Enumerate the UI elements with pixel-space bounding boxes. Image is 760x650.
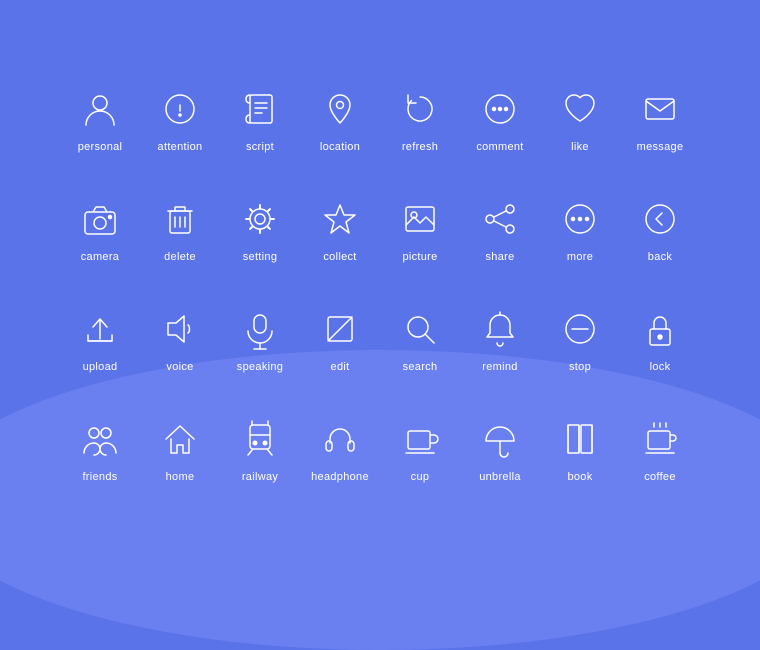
railway-label: railway bbox=[242, 471, 278, 483]
icon-search: search bbox=[380, 285, 460, 395]
icon-lock: lock bbox=[620, 285, 700, 395]
friends-label: friends bbox=[82, 471, 117, 483]
icon-attention: attention bbox=[140, 65, 220, 175]
icon-headphone: headphone bbox=[300, 395, 380, 505]
icon-more: more bbox=[540, 175, 620, 285]
icon-back: back bbox=[620, 175, 700, 285]
icon-railway: railway bbox=[220, 395, 300, 505]
share-label: share bbox=[485, 251, 514, 263]
upload-label: upload bbox=[83, 361, 118, 373]
picture-icon bbox=[398, 197, 442, 241]
icon-collect: collect bbox=[300, 175, 380, 285]
icon-camera: camera bbox=[60, 175, 140, 285]
edit-label: edit bbox=[331, 361, 350, 373]
cup-label: cup bbox=[411, 471, 430, 483]
icon-refresh: refresh bbox=[380, 65, 460, 175]
delete-icon bbox=[158, 197, 202, 241]
location-label: location bbox=[320, 141, 360, 153]
icon-message: message bbox=[620, 65, 700, 175]
more-label: more bbox=[567, 251, 593, 263]
icon-like: like bbox=[540, 65, 620, 175]
message-label: message bbox=[637, 141, 684, 153]
voice-icon bbox=[158, 307, 202, 351]
speaking-icon bbox=[238, 307, 282, 351]
edit-icon bbox=[318, 307, 362, 351]
like-label: like bbox=[571, 141, 589, 153]
script-label: script bbox=[246, 141, 274, 153]
unbrella-icon bbox=[478, 417, 522, 461]
upload-icon bbox=[78, 307, 122, 351]
icon-home: home bbox=[140, 395, 220, 505]
book-icon bbox=[558, 417, 602, 461]
stop-icon bbox=[558, 307, 602, 351]
collect-label: collect bbox=[323, 251, 356, 263]
delete-label: delete bbox=[164, 251, 196, 263]
icon-comment: comment bbox=[460, 65, 540, 175]
speaking-label: speaking bbox=[237, 361, 283, 373]
icon-book: book bbox=[540, 395, 620, 505]
icon-remind: remind bbox=[460, 285, 540, 395]
home-label: home bbox=[166, 471, 195, 483]
coffee-label: coffee bbox=[644, 471, 676, 483]
icon-unbrella: unbrella bbox=[460, 395, 540, 505]
lock-label: lock bbox=[650, 361, 671, 373]
icon-cup: cup bbox=[380, 395, 460, 505]
headphone-icon bbox=[318, 417, 362, 461]
back-icon bbox=[638, 197, 682, 241]
personal-icon bbox=[78, 87, 122, 131]
icon-grid: personal attention script location refre… bbox=[40, 45, 720, 525]
unbrella-label: unbrella bbox=[479, 471, 521, 483]
picture-label: picture bbox=[402, 251, 437, 263]
icon-stop: stop bbox=[540, 285, 620, 395]
icon-edit: edit bbox=[300, 285, 380, 395]
back-label: back bbox=[648, 251, 672, 263]
search-label: search bbox=[403, 361, 438, 373]
icon-picture: picture bbox=[380, 175, 460, 285]
home-icon bbox=[158, 417, 202, 461]
like-icon bbox=[558, 87, 602, 131]
setting-icon bbox=[238, 197, 282, 241]
camera-label: camera bbox=[81, 251, 119, 263]
icon-script: script bbox=[220, 65, 300, 175]
remind-icon bbox=[478, 307, 522, 351]
coffee-icon bbox=[638, 417, 682, 461]
stop-label: stop bbox=[569, 361, 591, 373]
headphone-label: headphone bbox=[311, 471, 369, 483]
icon-delete: delete bbox=[140, 175, 220, 285]
icon-upload: upload bbox=[60, 285, 140, 395]
attention-label: attention bbox=[158, 141, 203, 153]
refresh-label: refresh bbox=[402, 141, 438, 153]
icon-speaking: speaking bbox=[220, 285, 300, 395]
voice-label: voice bbox=[166, 361, 193, 373]
friends-icon bbox=[78, 417, 122, 461]
more-icon bbox=[558, 197, 602, 241]
icon-coffee: coffee bbox=[620, 395, 700, 505]
location-icon bbox=[318, 87, 362, 131]
camera-icon bbox=[78, 197, 122, 241]
book-label: book bbox=[567, 471, 592, 483]
attention-icon bbox=[158, 87, 202, 131]
setting-label: setting bbox=[243, 251, 278, 263]
comment-label: comment bbox=[476, 141, 523, 153]
icon-location: location bbox=[300, 65, 380, 175]
collect-icon bbox=[318, 197, 362, 241]
cup-icon bbox=[398, 417, 442, 461]
script-icon bbox=[238, 87, 282, 131]
comment-icon bbox=[478, 87, 522, 131]
icon-personal: personal bbox=[60, 65, 140, 175]
search-icon bbox=[398, 307, 442, 351]
personal-label: personal bbox=[78, 141, 123, 153]
railway-icon bbox=[238, 417, 282, 461]
lock-icon bbox=[638, 307, 682, 351]
refresh-icon bbox=[398, 87, 442, 131]
message-icon bbox=[638, 87, 682, 131]
share-icon bbox=[478, 197, 522, 241]
icon-friends: friends bbox=[60, 395, 140, 505]
icon-share: share bbox=[460, 175, 540, 285]
remind-label: remind bbox=[482, 361, 517, 373]
icon-voice: voice bbox=[140, 285, 220, 395]
icon-setting: setting bbox=[220, 175, 300, 285]
